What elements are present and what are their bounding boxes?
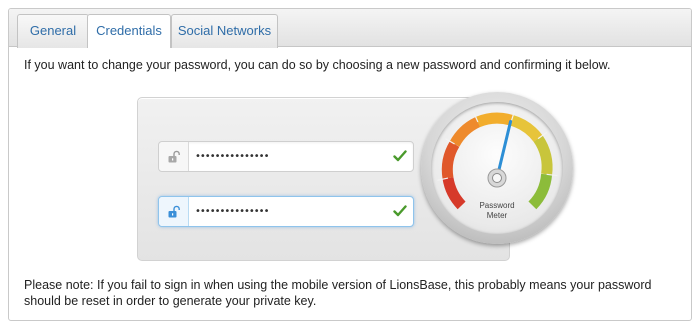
tab-general[interactable]: General	[17, 14, 89, 48]
meter-label-line1: Password	[479, 201, 515, 210]
meter-gauge	[437, 109, 558, 210]
credentials-panel: General Credentials Social Networks If y…	[8, 8, 692, 321]
new-password-input[interactable]	[195, 147, 385, 166]
check-icon	[393, 204, 407, 218]
check-icon	[393, 149, 407, 163]
note-text: Please note: If you fail to sign in when…	[24, 278, 652, 308]
unlock-icon	[159, 142, 189, 171]
new-password-field[interactable]	[158, 141, 414, 172]
intro-text: If you want to change your password, you…	[24, 58, 611, 72]
tab-credentials[interactable]: Credentials	[87, 14, 171, 48]
meter-label-line2: Meter	[486, 211, 508, 220]
tab-social-networks[interactable]: Social Networks	[171, 14, 278, 48]
tab-bar: General Credentials Social Networks	[9, 9, 691, 48]
confirm-password-field[interactable]	[158, 196, 414, 227]
password-meter: Password Meter	[421, 92, 573, 244]
unlock-icon	[159, 197, 189, 226]
confirm-password-input[interactable]	[195, 202, 385, 221]
meter-label: Password Meter	[421, 201, 573, 221]
